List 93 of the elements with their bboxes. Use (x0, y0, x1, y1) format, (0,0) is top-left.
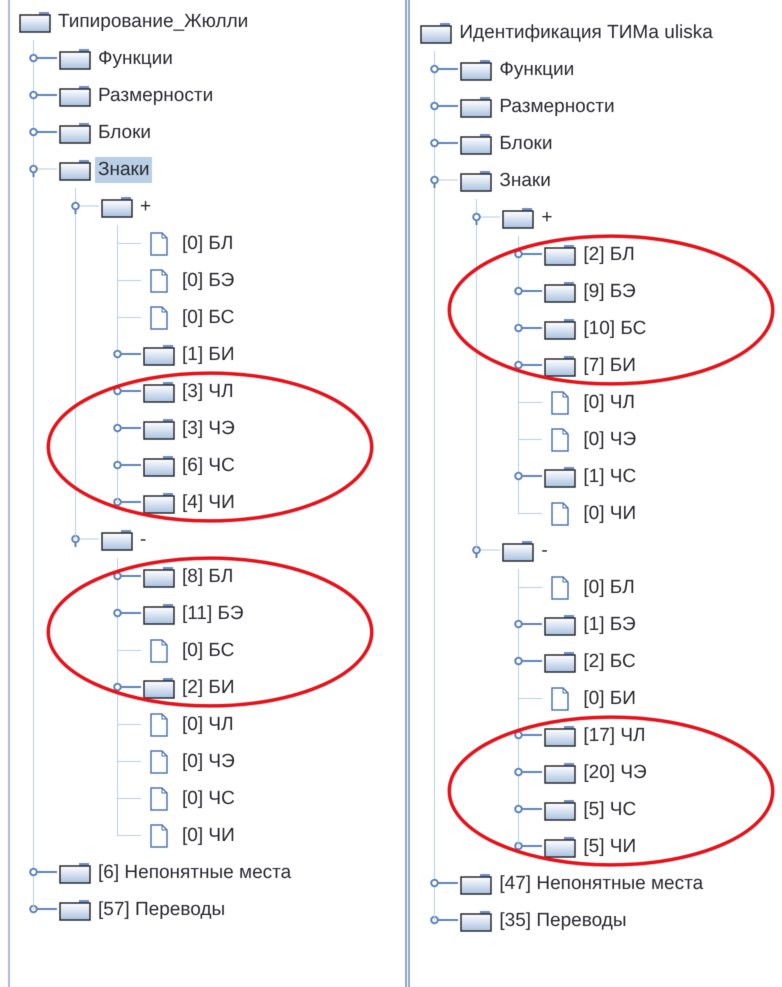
tree-node-label[interactable]: [35] Переводы (496, 908, 630, 934)
folder-icon (544, 650, 576, 672)
tree-node-label[interactable]: [0] ЧЛ (580, 390, 638, 416)
tree-node-label[interactable]: Размерности (496, 94, 618, 120)
folder-icon (544, 244, 576, 266)
folder-icon (544, 762, 576, 784)
folder-icon (143, 418, 175, 440)
tree-node-label[interactable]: [20] ЧЭ (580, 760, 650, 786)
expanded-handle-icon[interactable] (29, 162, 57, 176)
folder-icon (59, 48, 91, 70)
tree-node-label[interactable]: [0] БИ (580, 686, 639, 712)
tree-node-label[interactable]: [5] ЧИ (580, 834, 640, 860)
tree-node-label[interactable]: - (137, 526, 150, 552)
tree-node-label[interactable]: [0] ЧИ (179, 822, 238, 848)
tree-node-label[interactable]: [6] Непонятные места (95, 860, 294, 886)
tree-node-label[interactable]: [17] ЧЛ (580, 722, 648, 748)
folder-icon (143, 566, 175, 588)
tree-node-label[interactable]: Знаки (95, 156, 152, 182)
tree-node-label[interactable]: Размерности (95, 82, 216, 108)
tree-node-label[interactable]: [2] БИ (179, 674, 238, 700)
folder-icon (544, 724, 576, 746)
expanded-handle-icon[interactable] (71, 532, 99, 546)
tree-node-label[interactable]: [0] БС (179, 304, 238, 330)
folder-icon (101, 528, 133, 550)
folder-icon (544, 836, 576, 858)
tree-node-label[interactable]: [1] БИ (179, 342, 238, 368)
tree-node-label[interactable]: [6] ЧС (179, 452, 238, 478)
folder-icon (19, 10, 51, 32)
folder-icon (59, 122, 91, 144)
tree-node-label[interactable]: [0] БЛ (179, 230, 236, 256)
tree-node-label[interactable]: [1] БЭ (580, 612, 639, 638)
folder-icon (502, 540, 534, 562)
folder-icon (460, 170, 492, 192)
tree-node-label[interactable]: [1] ЧС (580, 464, 640, 490)
tree-node-label[interactable]: [8] БЛ (179, 564, 236, 590)
folder-icon (143, 602, 175, 624)
tree-node-label[interactable]: [0] ЧИ (580, 500, 640, 526)
tree-node-label[interactable]: [0] БЭ (179, 268, 238, 294)
tree-node-label[interactable]: [3] ЧЭ (179, 416, 238, 442)
tree-node-label[interactable]: [10] БС (580, 316, 650, 342)
tree-node-label[interactable]: Знаки (496, 168, 554, 194)
tree-node-label[interactable]: [3] ЧЛ (179, 378, 237, 404)
tree-node-label[interactable]: [0] БС (179, 638, 238, 664)
folder-icon (143, 492, 175, 514)
tree-node-label[interactable]: [0] БЛ (580, 574, 638, 600)
folder-icon (59, 898, 91, 920)
tree-node-label[interactable]: [0] ЧЭ (179, 748, 238, 774)
folder-icon (460, 132, 492, 154)
expanded-handle-icon[interactable] (430, 174, 458, 188)
folder-icon (101, 196, 133, 218)
tree-node-label[interactable]: Типирование_Жюлли (55, 8, 252, 34)
folder-icon (544, 614, 576, 636)
tree-node-label[interactable]: [9] БЭ (580, 278, 639, 304)
folder-icon (59, 84, 91, 106)
folder-icon (460, 58, 492, 80)
folder-icon (143, 380, 175, 402)
folder-icon (544, 354, 576, 376)
folder-icon (420, 22, 452, 44)
folder-icon (544, 318, 576, 340)
expanded-handle-icon[interactable] (472, 544, 500, 558)
folder-icon (460, 910, 492, 932)
tree-node-label[interactable]: + (137, 194, 154, 220)
tree-node-label[interactable]: [2] БС (580, 648, 639, 674)
folder-icon (143, 454, 175, 476)
folder-icon (59, 862, 91, 884)
expanded-handle-icon[interactable] (71, 200, 99, 214)
tree-node-label[interactable]: [7] БИ (580, 352, 639, 378)
tree-node-label[interactable]: [0] ЧЭ (580, 426, 640, 452)
folder-icon (59, 158, 91, 180)
tree-node-label[interactable]: Функции (95, 46, 176, 72)
tree-node-label[interactable]: - (538, 538, 551, 564)
tree-node-label[interactable]: [2] БЛ (580, 242, 638, 268)
tree-node-label[interactable]: [0] ЧЛ (179, 712, 237, 738)
folder-icon (460, 872, 492, 894)
folder-icon (460, 96, 492, 118)
tree-node-label[interactable]: + (538, 204, 556, 230)
tree-node-label[interactable]: [0] ЧС (179, 786, 238, 812)
tree-node-label[interactable]: Идентификация ТИМа uliska (456, 20, 716, 46)
folder-icon (143, 344, 175, 366)
folder-icon (544, 466, 576, 488)
tree-node-label[interactable]: [47] Непонятные места (496, 870, 706, 896)
tree-node-label[interactable]: Функции (496, 56, 578, 82)
tree-node-label[interactable]: [11] БЭ (179, 600, 246, 626)
expanded-handle-icon[interactable] (472, 210, 500, 224)
tree-node-label[interactable]: Блоки (496, 130, 556, 156)
folder-icon (544, 798, 576, 820)
folder-icon (544, 280, 576, 302)
folder-icon (502, 206, 534, 228)
tree-node-label[interactable]: [5] ЧС (580, 796, 640, 822)
tree-node-label[interactable]: [57] Переводы (95, 896, 228, 922)
tree-node-label[interactable]: Блоки (95, 120, 154, 146)
tree-node-label[interactable]: [4] ЧИ (179, 490, 238, 516)
folder-icon (143, 676, 175, 698)
